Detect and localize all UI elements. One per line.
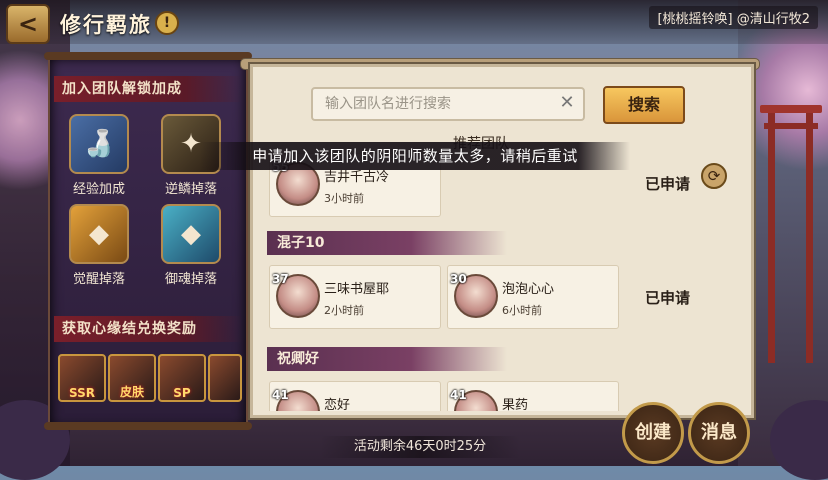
create-button[interactable]: 创建 [622, 402, 684, 464]
member-name: 恋好 [324, 398, 351, 411]
clear-icon[interactable]: ✕ [557, 93, 577, 113]
event-timer: 活动剩余46天0时25分 [320, 436, 520, 458]
reward-skin[interactable]: 皮肤 [108, 354, 156, 402]
bonus-panel: 加入团队解锁加成 🍶 经验加成 ✦ 逆鳞掉落 ◆ 觉醒掉落 ◆ 御魂掉落 获取心… [44, 52, 252, 430]
reward-ssr[interactable]: SSR [58, 354, 106, 402]
bonus-label: 经验加成 [72, 182, 125, 197]
toast-message: 申请加入该团队的阴阳师数量太多，请稍后重试 [200, 142, 630, 170]
bonus-soul[interactable]: ◆ 御魂掉落 [156, 204, 226, 287]
search-input[interactable] [323, 92, 547, 116]
member-name: 泡泡心心 [502, 282, 555, 297]
member-card[interactable]: 30 泡泡心心 6小时前 [447, 265, 619, 329]
scroll-rod [44, 422, 252, 430]
member-card[interactable]: 41 果药 [447, 381, 619, 411]
team-list[interactable]: 55 吉井千古冷 3小时前 已申请 混子10 37 三味书屋耶 2小时前 30 … [265, 153, 741, 411]
refresh-icon[interactable]: ⟳ [701, 163, 727, 189]
back-arrow-icon: < [17, 10, 39, 38]
bonus-label: 觉醒掉落 [72, 272, 125, 287]
message-button[interactable]: 消息 [688, 402, 750, 464]
member-card[interactable]: 37 三味书屋耶 2小时前 [269, 265, 441, 329]
bonus-label: 逆鳞掉落 [164, 182, 217, 197]
member-name: 果药 [502, 398, 529, 411]
team-name: 混子10 [267, 231, 507, 255]
reward-more[interactable] [208, 354, 242, 402]
bonus-title: 加入团队解锁加成 [54, 76, 242, 102]
member-card[interactable]: 41 恋好 [269, 381, 441, 411]
exchange-title: 获取心缘结兑换奖励 [54, 316, 242, 342]
bonus-label: 御魂掉落 [164, 272, 217, 287]
applied-status: 已申请 [645, 289, 691, 307]
bonus-exp[interactable]: 🍶 经验加成 [64, 114, 134, 197]
search-box: ✕ [311, 87, 585, 121]
scroll-rod [44, 52, 252, 60]
awaken-charm-icon: ◆ [69, 204, 129, 264]
torii-gate [760, 105, 822, 365]
team-name: 祝卿好 [267, 347, 507, 371]
member-time: 2小时前 [324, 304, 364, 317]
server-label: [桃桃摇铃唤] @清山行牧2 [649, 6, 818, 29]
back-button[interactable]: < [6, 4, 50, 44]
info-icon[interactable]: ! [155, 11, 179, 35]
applied-status: 已申请 [645, 175, 691, 193]
bonus-awaken[interactable]: ◆ 觉醒掉落 [64, 204, 134, 287]
page-title: 修行羁旅 [60, 13, 152, 37]
level-badge: 37 [272, 272, 289, 286]
member-time: 6小时前 [502, 304, 542, 317]
level-badge: 41 [450, 388, 467, 402]
level-badge: 41 [272, 388, 289, 402]
reward-sp[interactable]: SP [158, 354, 206, 402]
level-badge: 30 [450, 272, 467, 286]
member-name: 三味书屋耶 [324, 282, 390, 297]
soul-charm-icon: ◆ [161, 204, 221, 264]
member-time: 3小时前 [324, 192, 364, 205]
team-list-panel: ✕ 搜索 推荐团队 55 吉井千古冷 3小时前 已申请 混子10 37 三味书屋… [250, 64, 754, 418]
search-button[interactable]: 搜索 [603, 86, 685, 124]
sake-bottle-icon: 🍶 [69, 114, 129, 174]
